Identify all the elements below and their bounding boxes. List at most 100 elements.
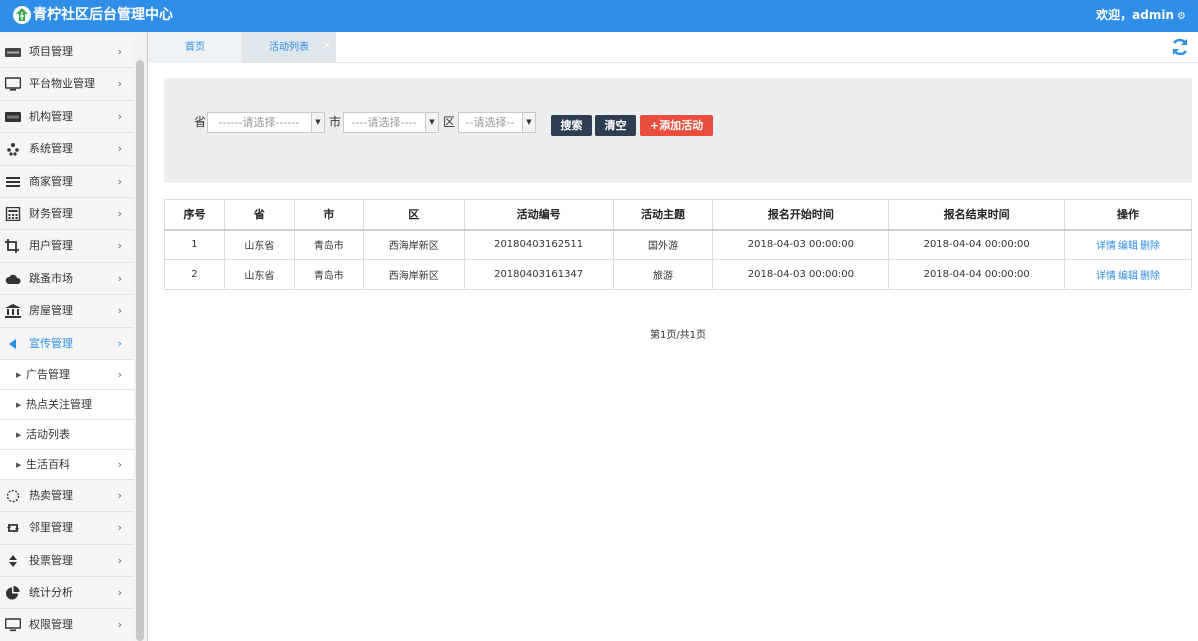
province-select[interactable]: ------请选择------ ▼ bbox=[207, 112, 325, 133]
sidebar-item-label: 财务管理 bbox=[29, 206, 73, 220]
community-logo-icon bbox=[13, 6, 31, 24]
chevron-right-icon: › bbox=[117, 488, 122, 502]
cell-actions: 详情 编辑 删除 bbox=[1064, 229, 1192, 260]
desktop-icon bbox=[4, 618, 22, 632]
sidebar-item-9[interactable]: 房屋管理 › bbox=[0, 295, 134, 328]
sidebar-scrollbar[interactable] bbox=[136, 60, 144, 641]
sidebar-item-label: 系统管理 bbox=[29, 142, 73, 156]
refresh-icon[interactable] bbox=[1170, 37, 1190, 57]
chevron-right-icon: › bbox=[117, 45, 122, 58]
cell-no: 2 bbox=[164, 259, 225, 290]
sidebar-subitem-4[interactable]: ▶ 生活百科 › bbox=[0, 449, 134, 480]
pagination-info: 第1页/共1页 bbox=[649, 330, 707, 341]
sidebar-item-8[interactable]: 跳蚤市场 › bbox=[0, 262, 134, 296]
chevron-right-icon: › bbox=[117, 271, 122, 285]
col-header-city: 市 bbox=[293, 199, 364, 231]
cell-province: 山东省 bbox=[223, 259, 295, 290]
cell-district: 西海岸新区 bbox=[362, 259, 465, 290]
crop-icon bbox=[5, 239, 21, 254]
chevron-right-icon: › bbox=[117, 553, 122, 567]
activity-table: 序号 省 市 区 活动编号 活动主题 报名开始时间 报名结束时间 操作 1 山东… bbox=[164, 199, 1192, 290]
caret-left-icon bbox=[5, 337, 21, 351]
clear-button[interactable]: 清空 bbox=[595, 115, 636, 136]
city-select[interactable]: ----请选择---- ▼ bbox=[343, 112, 439, 133]
sidebar-item-label: 房屋管理 bbox=[29, 304, 73, 318]
bars-icon bbox=[5, 175, 21, 189]
district-label: 区 bbox=[443, 115, 456, 129]
chevron-right-icon: › bbox=[117, 521, 122, 535]
spinner-icon bbox=[5, 489, 21, 503]
sidebar-item-11[interactable]: 热卖管理 › bbox=[0, 479, 134, 513]
search-button[interactable]: 搜索 bbox=[551, 115, 592, 136]
sidebar-item-label: 统计分析 bbox=[29, 586, 73, 600]
province-select-value: ------请选择------ bbox=[218, 116, 300, 129]
chevron-right-icon: › bbox=[117, 586, 122, 600]
tab-close-icon[interactable]: × bbox=[323, 32, 331, 63]
chevron-right-icon: › bbox=[117, 239, 122, 253]
cell-actions: 详情 编辑 删除 bbox=[1064, 259, 1192, 290]
sidebar-item-12[interactable]: 邻里管理 › bbox=[0, 512, 134, 545]
cell-start: 2018-04-03 00:00:00 bbox=[712, 259, 890, 290]
caret-right-icon: ▶ bbox=[16, 370, 22, 379]
delete-link[interactable]: 删除 bbox=[1140, 271, 1160, 282]
welcome-text: 欢迎，admin bbox=[1096, 8, 1175, 22]
chevron-right-icon: › bbox=[117, 336, 122, 350]
table-row: 2 山东省 青岛市 西海岸新区 20180403161347 旅游 2018-0… bbox=[164, 259, 1192, 290]
district-select[interactable]: --请选择-- ▼ bbox=[458, 112, 536, 133]
tab-activity-list[interactable]: 活动列表 bbox=[242, 32, 336, 63]
cell-end: 2018-04-04 00:00:00 bbox=[888, 229, 1066, 260]
sidebar-item-1[interactable]: 项目管理 › bbox=[0, 36, 134, 69]
sidebar-item-4[interactable]: 系统管理 › bbox=[0, 133, 134, 166]
sidebar-item-7[interactable]: 用户管理 › bbox=[0, 230, 134, 263]
sidebar-subitem-1[interactable]: ▶ 广告管理 › bbox=[0, 359, 134, 390]
edit-link[interactable]: 编辑 bbox=[1118, 241, 1138, 252]
sidebar-subitem-3[interactable]: ▶ 活动列表 bbox=[0, 419, 134, 450]
cell-city: 青岛市 bbox=[293, 229, 364, 260]
chevron-down-icon: ▼ bbox=[311, 113, 324, 132]
city-label: 市 bbox=[329, 115, 342, 129]
detail-link[interactable]: 详情 bbox=[1096, 271, 1116, 282]
sidebar-item-label: 商家管理 bbox=[29, 174, 73, 188]
gear-icon[interactable]: ⚙ bbox=[1177, 10, 1186, 24]
cell-code: 20180403161347 bbox=[463, 259, 614, 290]
sidebar-subitem-2[interactable]: ▶ 热点关注管理 bbox=[0, 389, 134, 420]
pie-chart-icon bbox=[5, 586, 21, 600]
sidebar-item-label: 热卖管理 bbox=[29, 488, 73, 502]
sidebar-item-13[interactable]: 投票管理 › bbox=[0, 544, 134, 578]
detail-link[interactable]: 详情 bbox=[1096, 241, 1116, 252]
sidebar-item-label: 平台物业管理 bbox=[29, 77, 95, 91]
chevron-right-icon: › bbox=[117, 304, 122, 318]
caret-right-icon: ▶ bbox=[16, 430, 22, 439]
sidebar-subitem-label: 生活百科 bbox=[26, 457, 70, 471]
tab-home[interactable]: 首页 bbox=[148, 32, 242, 63]
bank-icon bbox=[5, 304, 21, 319]
chevron-right-icon: › bbox=[117, 174, 122, 188]
edit-link[interactable]: 编辑 bbox=[1118, 271, 1138, 282]
col-header-no: 序号 bbox=[164, 199, 225, 231]
sidebar-item-2[interactable]: 平台物业管理 › bbox=[0, 68, 134, 101]
welcome-user[interactable]: 欢迎，admin ⚙ bbox=[1096, 8, 1186, 24]
sidebar-item-6[interactable]: 财务管理 › bbox=[0, 197, 134, 231]
caret-right-icon: ▶ bbox=[16, 460, 22, 469]
top-header: 青柠社区后台管理中心 欢迎，admin ⚙ bbox=[0, 0, 1198, 32]
sidebar-subitem-label: 热点关注管理 bbox=[26, 397, 92, 411]
stripe-card-icon bbox=[5, 110, 21, 124]
add-activity-button[interactable]: +添加活动 bbox=[640, 115, 713, 136]
col-header-theme: 活动主题 bbox=[612, 199, 714, 231]
sidebar-item-label: 项目管理 bbox=[29, 45, 73, 58]
sidebar-item-label: 宣传管理 bbox=[29, 336, 73, 350]
discover-card-icon bbox=[5, 45, 21, 59]
sidebar-item-label: 邻里管理 bbox=[29, 521, 73, 535]
col-header-start: 报名开始时间 bbox=[712, 199, 890, 231]
col-header-district: 区 bbox=[362, 199, 465, 231]
sidebar-item-14[interactable]: 统计分析 › bbox=[0, 577, 134, 610]
delete-link[interactable]: 删除 bbox=[1140, 241, 1160, 252]
sidebar-item-10[interactable]: 宣传管理 › bbox=[0, 327, 134, 360]
sidebar-item-3[interactable]: 机构管理 › bbox=[0, 100, 134, 134]
chevron-right-icon: › bbox=[117, 109, 122, 123]
sidebar-item-label: 用户管理 bbox=[29, 239, 73, 253]
cloud-icon bbox=[5, 272, 21, 286]
sidebar-item-15[interactable]: 权限管理 › bbox=[0, 609, 134, 641]
sidebar-item-5[interactable]: 商家管理 › bbox=[0, 165, 134, 198]
sidebar-item-label: 投票管理 bbox=[29, 553, 73, 567]
